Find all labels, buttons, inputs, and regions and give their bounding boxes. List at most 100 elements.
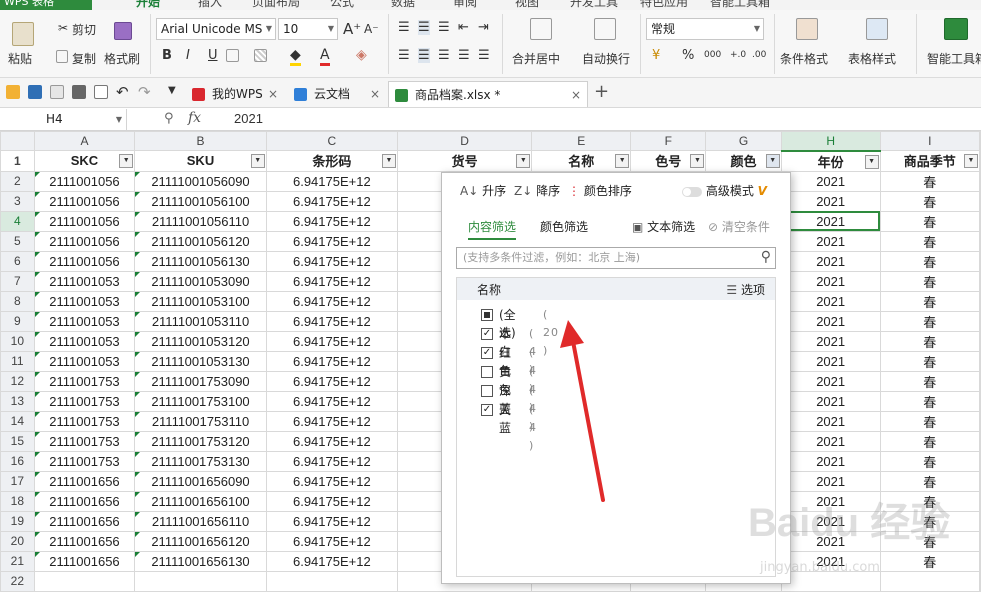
table-cell[interactable]: 2021 [780,430,881,452]
table-cell[interactable]: 21111001656130 [134,550,267,572]
column-header[interactable]: E [531,131,632,151]
table-cell[interactable]: 6.94175E+12 [265,530,398,552]
italic-button[interactable]: I [186,48,190,63]
checkbox[interactable] [481,366,493,378]
save-icon[interactable] [28,85,42,99]
table-cell[interactable]: 6.94175E+12 [265,550,398,572]
column-header[interactable] [979,131,981,151]
table-cell[interactable] [979,450,981,472]
table-cell[interactable]: 2111001753 [33,450,136,472]
copy-icon[interactable] [56,50,68,63]
paste-icon[interactable] [12,22,34,46]
close-icon[interactable]: × [268,81,278,107]
align-left-icon[interactable]: ☰ [398,48,410,63]
text-filter-button[interactable]: ▣ 文本筛选 [632,218,695,235]
color-sort-button[interactable]: ⋮ 颜色排序 [568,182,632,199]
table-cell[interactable]: 6.94175E+12 [265,270,398,292]
column-header[interactable]: A [33,131,136,151]
table-cell[interactable]: 6.94175E+12 [265,330,398,352]
row-header[interactable]: 21 [0,550,35,572]
table-cell[interactable]: 春 [879,170,981,192]
tab-cloud-docs[interactable]: 云文档 × [288,81,386,107]
cell[interactable] [979,150,981,172]
filter-dropdown-icon[interactable]: ▼ [690,154,705,168]
table-cell[interactable]: 6.94175E+12 [265,310,398,332]
print-icon[interactable] [72,85,86,99]
align-bottom-icon[interactable]: ☰ [438,20,450,35]
row-header[interactable]: 9 [0,310,35,332]
table-cell[interactable] [979,430,981,452]
menu-tab-insert[interactable]: 插入 [198,0,222,10]
checkbox[interactable] [481,309,493,321]
header-cell[interactable]: 颜色 ▼ [705,150,782,172]
table-cell[interactable]: 2021 [780,350,881,372]
table-cell[interactable]: 春 [879,250,981,272]
table-cell[interactable]: 春 [879,290,981,312]
row-header[interactable]: 1 [0,150,35,172]
table-cell[interactable]: 2111001056 [33,250,136,272]
cut-icon[interactable]: ✂ [58,21,68,35]
font-name-select[interactable]: Arial Unicode MS ▼ [156,18,276,40]
table-cell[interactable]: 21111001753120 [134,430,267,452]
row-header[interactable]: 19 [0,510,35,532]
column-header[interactable]: G [705,131,782,151]
align-right-icon[interactable]: ☰ [438,48,450,63]
table-cell[interactable]: 2021 [780,230,881,252]
table-cell[interactable]: 2111001753 [33,430,136,452]
table-cell[interactable]: 2021 [780,450,881,472]
table-cell[interactable]: 6.94175E+12 [265,490,398,512]
table-cell[interactable] [979,210,981,232]
table-cell[interactable]: 21111001056090 [134,170,267,192]
table-cell[interactable]: 2111001053 [33,330,136,352]
table-cell[interactable]: 21111001656120 [134,530,267,552]
fill-color-icon[interactable]: ◆ [290,47,301,66]
advanced-mode-toggle[interactable]: 高级模式 V [682,182,767,199]
table-cell[interactable]: 2111001053 [33,290,136,312]
table-cell[interactable]: 2111001053 [33,350,136,372]
table-cell[interactable]: 21111001056120 [134,230,267,252]
table-cell[interactable]: 2021 [780,390,881,412]
table-cell[interactable] [979,350,981,372]
undo-icon[interactable]: ↶ [116,83,129,101]
menu-tab-features[interactable]: 特色应用 [640,0,688,10]
table-cell[interactable]: 2111001656 [33,510,136,532]
menu-tab-layout[interactable]: 页面布局 [252,0,300,10]
header-cell[interactable]: 年份 ▼ [780,150,881,172]
row-header[interactable]: 8 [0,290,35,312]
table-cell[interactable]: 21111001056130 [134,250,267,272]
table-cell[interactable] [33,570,136,592]
column-header[interactable]: H [780,131,881,152]
table-cell[interactable]: 2111001056 [33,190,136,212]
table-cell[interactable] [979,190,981,212]
table-cell[interactable]: 春 [879,390,981,412]
font-grow-icon[interactable]: A⁺ [343,20,361,38]
filter-dropdown-icon[interactable]: ▼ [516,154,531,168]
table-cell[interactable]: 2111001656 [33,470,136,492]
filter-dropdown-icon[interactable]: ▼ [964,154,978,168]
table-cell[interactable]: 春 [879,310,981,332]
border-icon[interactable] [226,49,239,62]
table-cell[interactable]: 21111001753100 [134,390,267,412]
table-cell[interactable]: 6.94175E+12 [265,250,398,272]
menu-tab-data[interactable]: 数据 [391,0,415,10]
table-cell[interactable]: 春 [879,230,981,252]
table-cell[interactable]: 春 [879,270,981,292]
conditional-format-icon[interactable] [796,18,818,40]
row-header[interactable]: 4 [0,210,35,232]
table-cell[interactable]: 6.94175E+12 [265,290,398,312]
percent-button[interactable]: % [682,48,694,63]
increase-decimal-icon[interactable]: +.0 [730,50,746,60]
checkbox[interactable]: ✓ [481,404,493,416]
header-cell[interactable]: 货号 ▼ [396,150,533,172]
table-cell[interactable]: 春 [879,430,981,452]
table-cell[interactable]: 2021 [780,470,881,492]
indent-increase-icon[interactable]: ⇥ [478,20,489,35]
checkbox[interactable] [481,385,493,397]
formula-input[interactable]: 2021 [234,111,263,126]
table-cell[interactable]: 2021 [780,330,881,352]
column-header[interactable]: C [265,131,398,151]
zoom-search-icon[interactable]: ⚲ [164,111,174,126]
table-cell[interactable]: 6.94175E+12 [265,350,398,372]
options-button[interactable]: ☰ 选项 [726,281,765,298]
table-cell[interactable]: 春 [879,190,981,212]
